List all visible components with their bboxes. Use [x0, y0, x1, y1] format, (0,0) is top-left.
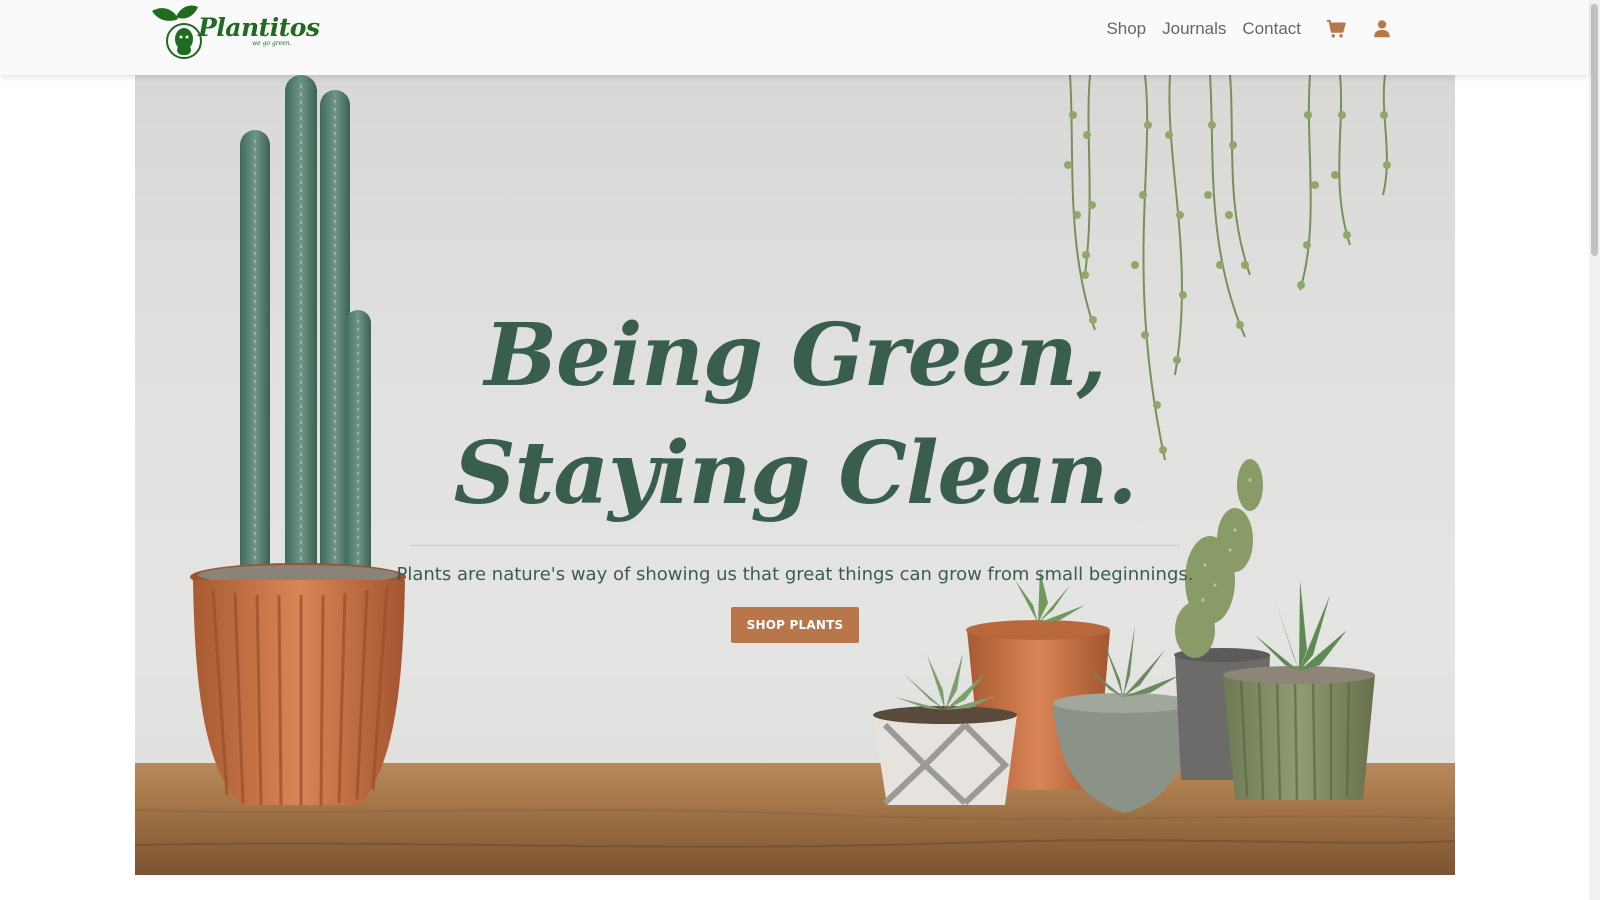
scrollbar-thumb[interactable]	[1591, 4, 1598, 256]
hero-heading-line-2: Staying Clean.	[453, 423, 1138, 524]
brand-name: Plantitos	[198, 13, 320, 42]
hero-heading-line-1: Being Green,	[484, 305, 1106, 406]
user-icon[interactable]	[1371, 18, 1393, 40]
hero-divider	[410, 545, 1180, 546]
hero-subtitle: Plants are nature's way of showing us th…	[396, 564, 1194, 585]
shop-plants-button[interactable]: SHOP PLANTS	[731, 607, 859, 643]
brand-tagline: we go green.	[252, 40, 292, 47]
hero-heading: Being Green, Staying Clean.	[135, 297, 1455, 533]
nav-link-shop[interactable]: Shop	[1106, 19, 1146, 39]
nav-link-journals[interactable]: Journals	[1162, 19, 1226, 39]
page-scrollbar[interactable]	[1589, 0, 1600, 900]
navbar: Plantitos we go green. Shop Journals Con…	[0, 0, 1589, 75]
cart-icon[interactable]	[1325, 18, 1347, 40]
hero-banner: Being Green, Staying Clean. Plants are n…	[135, 75, 1455, 875]
main-nav: Shop Journals Contact	[1090, 18, 1393, 40]
nav-link-contact[interactable]: Contact	[1242, 19, 1301, 39]
brand-logo[interactable]: Plantitos we go green.	[148, 3, 320, 61]
